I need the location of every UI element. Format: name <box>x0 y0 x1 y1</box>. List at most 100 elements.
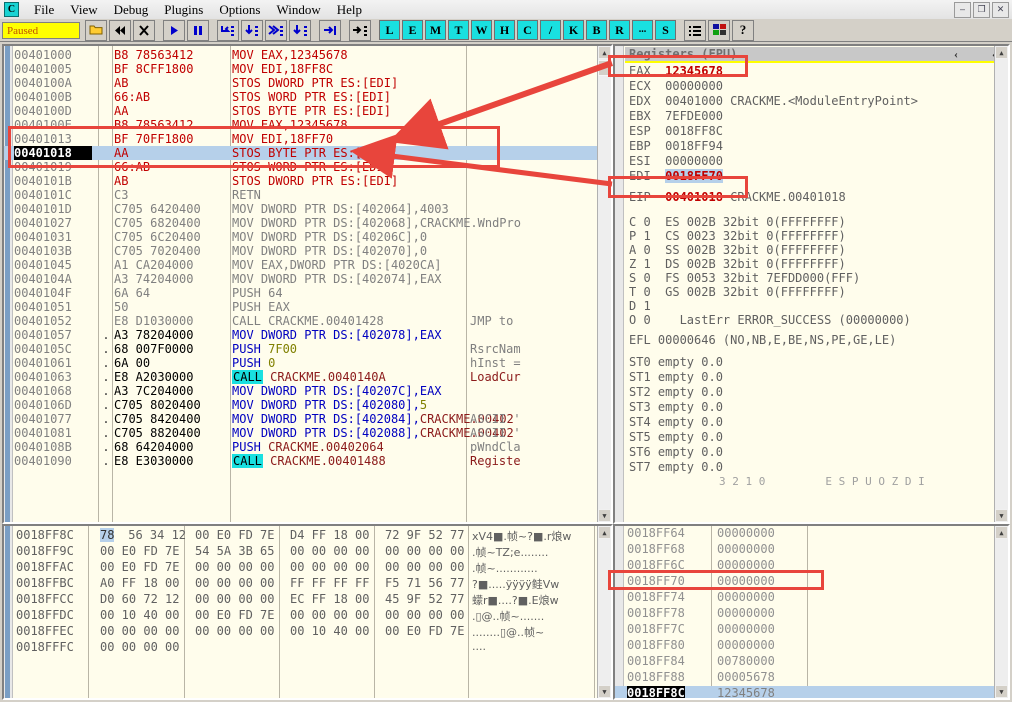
disasm-row[interactable]: 0040103B C705 7020400 MOV DWORD PTR DS:[40… <box>4 244 600 258</box>
stack-row[interactable]: 0018FF84 00780000 <box>615 654 995 670</box>
flag-row-s[interactable]: S 0 FS 0053 32bit 7EFDD000(FFF) <box>615 271 997 285</box>
register-value[interactable]: 0018FF94 <box>665 139 723 153</box>
dump-bytes[interactable]: 45 9F 52 77 <box>385 592 464 606</box>
scroll-down-icon[interactable]: ▼ <box>598 509 611 522</box>
button-log[interactable]: L <box>379 20 400 40</box>
scroll-up-icon[interactable]: ▲ <box>995 46 1008 59</box>
dump-bytes[interactable]: 00 10 40 00 <box>100 608 179 622</box>
dump-row[interactable]: 0018FF8C 78 56 34 12 00 E0 FD 7E D4 FF 18 0… <box>4 528 600 544</box>
list-icon[interactable] <box>684 19 706 41</box>
register-value[interactable]: 0018FF70 <box>665 169 723 183</box>
register-value[interactable]: 7EFDE000 <box>665 109 723 123</box>
stack-scrollbar[interactable]: ▲ ▼ <box>994 526 1008 698</box>
execute-till-return-icon[interactable] <box>319 19 341 41</box>
register-row-edx[interactable]: EDX 00401000 CRACKME.<ModuleEntryPoint> <box>615 94 997 109</box>
disasm-row[interactable]: 00401045 A1 CA204000 MOV EAX,DWORD PTR DS:… <box>4 258 600 272</box>
stack-row[interactable]: 0018FF68 00000000 <box>615 542 995 558</box>
button-more[interactable]: ... <box>632 20 653 40</box>
dump-bytes[interactable]: 00 E0 FD 7E <box>385 624 464 638</box>
fpu-row-st0[interactable]: ST0 empty 0.0 <box>615 355 997 370</box>
button-memory[interactable]: M <box>425 20 446 40</box>
dump-row[interactable]: 0018FF9C 00 E0 FD 7E 54 5A 3B 65 00 00 00 0… <box>4 544 600 560</box>
dump-scrollbar[interactable]: ▲ ▼ <box>597 526 611 698</box>
disassembly-pane[interactable]: 00401000 B8 78563412 MOV EAX,12345678 00401… <box>2 44 613 524</box>
stack-row[interactable]: 0018FF8C 12345678 <box>615 686 995 698</box>
disasm-row[interactable]: 0040100B 66:AB STOS WORD PTR ES:[EDI] <box>4 90 600 104</box>
register-value[interactable]: 12345678 <box>665 64 723 78</box>
flag-row-o[interactable]: O 0 LastErr ERROR_SUCCESS (00000000) <box>615 313 997 327</box>
button-references[interactable]: R <box>609 20 630 40</box>
menu-item-debug[interactable]: Debug <box>106 0 157 19</box>
register-row-edi[interactable]: EDI 0018FF70 <box>615 169 997 184</box>
stack-value[interactable]: 00000000 <box>717 590 775 604</box>
dump-row[interactable]: 0018FFEC 00 00 00 00 00 00 00 00 00 10 40 0… <box>4 624 600 640</box>
menu-item-options[interactable]: Options <box>211 0 268 19</box>
flag-row-a[interactable]: A 0 SS 002B 32bit 0(FFFFFFFF) <box>615 243 997 257</box>
fpu-row-st7[interactable]: ST7 empty 0.0 <box>615 460 997 475</box>
stack-row[interactable]: 0018FF7C 00000000 <box>615 622 995 638</box>
register-value[interactable]: 00000000 <box>665 154 723 168</box>
animate-icon[interactable] <box>349 19 371 41</box>
disasm-row[interactable]: 0040101B AB STOS DWORD PTR ES:[EDI] <box>4 174 600 188</box>
disasm-row[interactable]: 0040105C. 68 007F0000 PUSH 7F00 RsrcNam <box>4 342 600 356</box>
dump-byte-highlighted[interactable]: 78 <box>100 528 115 542</box>
stack-value[interactable]: 00000000 <box>717 558 775 572</box>
register-row-eip[interactable]: EIP 00401018 CRACKME.00401018 <box>615 190 997 205</box>
dump-row[interactable]: 0018FFBC A0 FF 18 00 00 00 00 00 FF FF FF F… <box>4 576 600 592</box>
menu-item-plugins[interactable]: Plugins <box>156 0 211 19</box>
dump-bytes[interactable]: 00 E0 FD 7E <box>100 560 179 574</box>
maximize-button[interactable]: ❐ <box>973 2 990 18</box>
register-row-ecx[interactable]: ECX 00000000 <box>615 79 997 94</box>
efl-row[interactable]: EFL 00000646 (NO,NB,E,BE,NS,PE,GE,LE) <box>615 332 997 348</box>
run-icon[interactable] <box>163 19 185 41</box>
button-patches[interactable]: / <box>540 20 561 40</box>
scroll-up-icon[interactable]: ▲ <box>598 526 611 539</box>
menu-item-view[interactable]: View <box>62 0 105 19</box>
register-value[interactable]: 0018FF8C <box>665 124 723 138</box>
disasm-row[interactable]: 0040101D C705 6420400 MOV DWORD PTR DS:[40… <box>4 202 600 216</box>
stack-row[interactable]: 0018FF6C 00000000 <box>615 558 995 574</box>
disasm-row[interactable]: 00401005 BF 8CFF1800 MOV EDI,18FF8C <box>4 62 600 76</box>
register-value[interactable]: 00000000 <box>665 79 723 93</box>
stack-row[interactable]: 0018FF80 00000000 <box>615 638 995 654</box>
menu-item-window[interactable]: Window <box>268 0 328 19</box>
fpu-row-st6[interactable]: ST6 empty 0.0 <box>615 445 997 460</box>
dump-bytes[interactable]: 00 E0 FD 7E <box>195 608 274 622</box>
scroll-down-icon[interactable]: ▼ <box>995 685 1008 698</box>
button-source[interactable]: S <box>655 20 676 40</box>
fpu-row-st2[interactable]: ST2 empty 0.0 <box>615 385 997 400</box>
registers-pane[interactable]: Registers (FPU) ‹ ‹ EAX 12345678ECX 0000… <box>613 44 1010 524</box>
dump-bytes[interactable]: FF FF FF FF <box>290 576 369 590</box>
register-row-ebx[interactable]: EBX 7EFDE000 <box>615 109 997 124</box>
close-x-icon[interactable] <box>133 19 155 41</box>
disasm-row[interactable]: 0040100D AA STOS BYTE PTR ES:[EDI] <box>4 104 600 118</box>
scroll-down-icon[interactable]: ▼ <box>995 509 1008 522</box>
disasm-row[interactable]: 00401013 BF 70FF1800 MOV EDI,18FF70 <box>4 132 600 146</box>
dump-bytes[interactable]: 00 00 00 00 <box>195 576 274 590</box>
flag-row-d[interactable]: D 1 <box>615 299 997 313</box>
stack-value[interactable]: 00000000 <box>717 574 775 588</box>
scroll-up-icon[interactable]: ▲ <box>598 46 611 59</box>
stack-value[interactable]: 00780000 <box>717 654 775 668</box>
disasm-row[interactable]: 0040104A A3 74204000 MOV DWORD PTR DS:[402… <box>4 272 600 286</box>
stack-value[interactable]: 00000000 <box>717 606 775 620</box>
dump-bytes[interactable]: 00 10 40 00 <box>290 624 369 638</box>
button-windows[interactable]: W <box>471 20 492 40</box>
open-icon[interactable] <box>85 19 107 41</box>
stack-pane[interactable]: 0018FF64 00000000 0018FF68 00000000 0018FF6C… <box>613 524 1010 700</box>
disasm-row[interactable]: 00401051 50 PUSH EAX <box>4 300 600 314</box>
dump-bytes[interactable]: 00 00 00 00 <box>195 592 274 606</box>
flag-row-z[interactable]: Z 1 DS 002B 32bit 0(FFFFFFFF) <box>615 257 997 271</box>
dump-row[interactable]: 0018FFFC 00 00 00 00.... <box>4 640 600 656</box>
dump-bytes[interactable]: 00 00 00 00 <box>100 624 179 638</box>
disasm-row[interactable]: 00401052 E8 D1030000 CALL CRACKME.00401428… <box>4 314 600 328</box>
stack-value[interactable]: 12345678 <box>717 686 775 698</box>
flag-row-p[interactable]: P 1 CS 0023 32bit 0(FFFFFFFF) <box>615 229 997 243</box>
dump-bytes[interactable]: 00 00 00 00 <box>195 624 274 638</box>
disasm-row[interactable]: 00401027 C705 6820400 MOV DWORD PTR DS:[40… <box>4 216 600 230</box>
register-row-esi[interactable]: ESI 00000000 <box>615 154 997 169</box>
disasm-row[interactable]: 0040106D. C705 8020400 MOV DWORD PTR DS:[4… <box>4 398 600 412</box>
help-icon[interactable]: ? <box>732 19 754 41</box>
stack-value[interactable]: 00000000 <box>717 638 775 652</box>
scroll-down-icon[interactable]: ▼ <box>598 685 611 698</box>
